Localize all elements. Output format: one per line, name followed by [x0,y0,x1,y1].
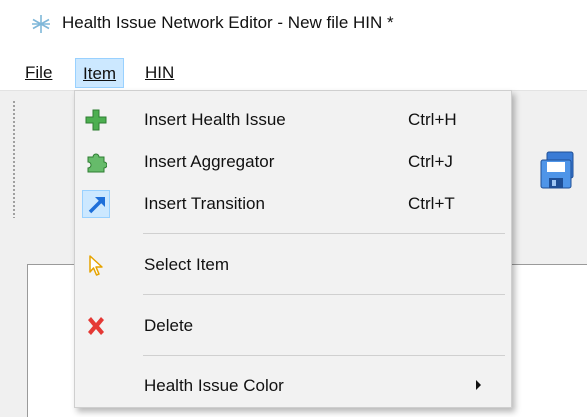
cursor-pointer-icon [82,251,110,279]
menu-insert-transition-shortcut: Ctrl+T [408,194,455,213]
red-x-icon [82,312,110,340]
menu-hin-label: HIN [145,63,175,82]
menu-select-item[interactable]: Select Item [76,245,510,285]
menu-item-label: Item [83,64,117,83]
menu-insert-aggregator[interactable]: Insert Aggregator Ctrl+J [76,142,510,182]
submenu-arrow-icon [476,380,481,390]
menu-insert-aggregator-label: Insert Aggregator [144,152,275,171]
menu-hin[interactable]: HIN [138,58,181,88]
menu-file-label: File [25,63,53,82]
save-floppy-icon[interactable] [538,150,578,190]
menu-bar: File Item HIN [0,58,587,88]
item-menu-dropdown: Insert Health Issue Ctrl+H Insert Aggreg… [74,90,512,408]
menu-delete-label: Delete [144,316,194,335]
menu-insert-health-issue[interactable]: Insert Health Issue Ctrl+H [76,100,510,140]
menu-separator [143,294,505,295]
menu-separator [143,355,505,356]
menu-select-item-label: Select Item [144,255,230,274]
toolbar-grip[interactable] [12,100,16,218]
green-plus-icon [82,106,110,134]
menu-file[interactable]: File [18,58,59,88]
title-bar: Health Issue Network Editor - New file H… [0,0,587,52]
green-puzzle-icon [82,148,110,176]
menu-insert-health-issue-shortcut: Ctrl+H [408,110,457,129]
snowflake-network-icon [32,15,50,33]
menu-delete[interactable]: Delete [76,306,510,346]
menu-insert-health-issue-label: Insert Health Issue [144,110,286,129]
menu-separator [143,233,505,234]
menu-insert-transition-label: Insert Transition [144,194,265,213]
menu-insert-transition[interactable]: Insert Transition Ctrl+T [76,184,510,224]
menu-health-issue-color[interactable]: Health Issue Color [76,366,510,406]
menu-item[interactable]: Item [75,58,125,88]
menu-health-issue-color-label: Health Issue Color [144,376,284,395]
blue-arrow-icon [82,190,110,218]
menu-insert-aggregator-shortcut: Ctrl+J [408,152,453,171]
window-title: Health Issue Network Editor - New file H… [62,13,394,32]
